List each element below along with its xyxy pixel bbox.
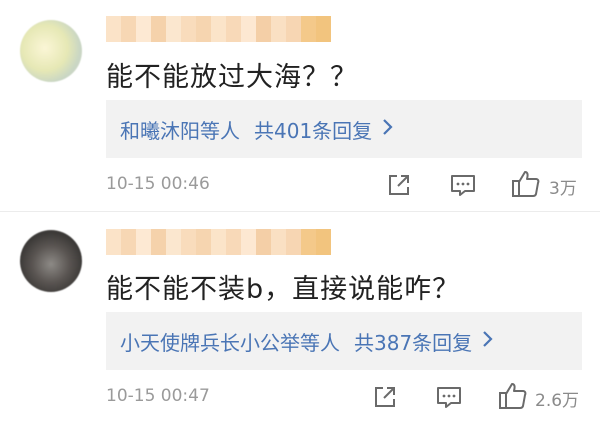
thumbs-up-icon[interactable] xyxy=(510,168,542,200)
comment-item: 能不能放过大海？？ 和曦沐阳等人 共401条回复 10-15 00:46 3万 xyxy=(0,0,600,212)
share-icon[interactable] xyxy=(372,384,398,410)
username-blurred[interactable] xyxy=(106,229,331,255)
username-blurred[interactable] xyxy=(106,16,331,42)
replies-summary[interactable]: 小天使牌兵长小公举等人 共387条回复 xyxy=(106,312,582,370)
like-count: 2.6万 xyxy=(535,391,580,411)
avatar[interactable] xyxy=(20,230,82,292)
reply-users[interactable]: 和曦沐阳等人 xyxy=(120,115,240,144)
reply-users[interactable]: 小天使牌兵长小公举等人 xyxy=(120,327,340,356)
comment-icon[interactable] xyxy=(449,172,477,198)
thumbs-up-icon[interactable] xyxy=(497,380,529,412)
timestamp: 10-15 00:46 xyxy=(106,174,210,194)
like-count: 3万 xyxy=(549,179,577,199)
timestamp: 10-15 00:47 xyxy=(106,386,210,406)
comment-item: 能不能不装b，直接说能咋？ 小天使牌兵长小公举等人 共387条回复 10-15 … xyxy=(0,212,600,424)
comment-text: 能不能放过大海？？ xyxy=(106,62,358,93)
replies-summary[interactable]: 和曦沐阳等人 共401条回复 xyxy=(106,100,582,158)
reply-count[interactable]: 共387条回复 xyxy=(354,327,472,356)
comment-text: 能不能不装b，直接说能咋？ xyxy=(106,274,461,305)
share-icon[interactable] xyxy=(386,172,412,198)
avatar[interactable] xyxy=(20,20,82,82)
reply-count[interactable]: 共401条回复 xyxy=(254,115,372,144)
chevron-right-icon xyxy=(482,329,494,353)
comment-icon[interactable] xyxy=(435,384,463,410)
chevron-right-icon xyxy=(382,117,394,141)
